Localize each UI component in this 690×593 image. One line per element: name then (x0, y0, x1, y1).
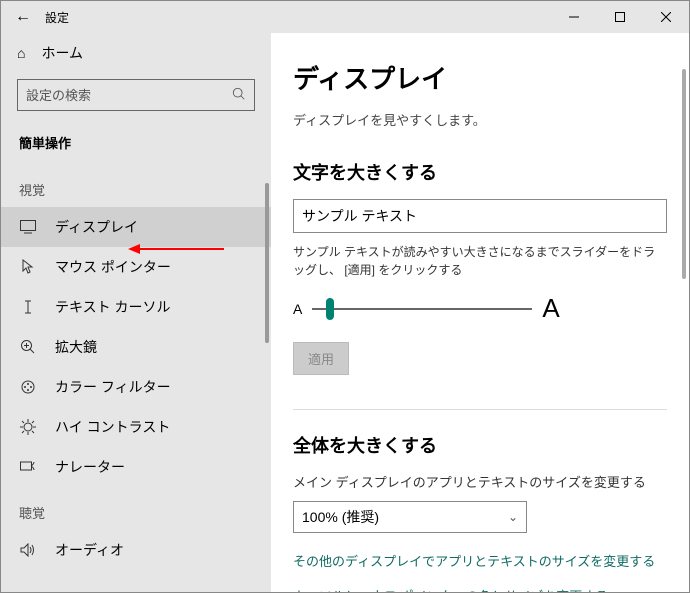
content-scrollbar[interactable] (682, 69, 686, 279)
slider-large-a: A (542, 293, 559, 324)
instruction-text: サンプル テキストが読みやすい大きさになるまでスライダーをドラッグし、 [適用]… (293, 243, 667, 279)
audio-icon (19, 543, 37, 557)
cursor-pointer-link[interactable]: カーソルとマウス ポインターの色とサイズを変更する (293, 586, 667, 592)
pointer-icon (19, 259, 37, 275)
minimize-icon (569, 12, 579, 22)
text-size-slider[interactable] (312, 298, 532, 320)
sidebar: ⌂ ホーム 簡単操作 視覚 ディスプレイ マウス ポインター (1, 33, 271, 592)
sample-text-box: サンプル テキスト (293, 199, 667, 233)
search-input[interactable] (26, 88, 226, 103)
home-button[interactable]: ⌂ ホーム (1, 33, 271, 73)
section-hearing: 聴覚 (1, 487, 271, 530)
apply-button[interactable]: 適用 (293, 342, 349, 375)
sidebar-item-label: テキスト カーソル (55, 297, 170, 317)
page-subtitle: ディスプレイを見やすくします。 (293, 110, 667, 129)
titlebar: ← 設定 (1, 1, 689, 33)
close-button[interactable] (643, 1, 689, 33)
scale-dropdown[interactable]: 100% (推奨) ⌄ (293, 501, 527, 533)
color-filter-icon (19, 379, 37, 395)
maximize-icon (615, 12, 625, 22)
text-size-title: 文字を大きくする (293, 159, 667, 185)
back-button[interactable]: ← (1, 1, 45, 33)
search-icon (232, 87, 246, 104)
display-icon (19, 220, 37, 234)
divider (293, 409, 667, 410)
text-size-slider-row: A A (293, 293, 667, 324)
home-icon: ⌂ (17, 45, 25, 61)
sidebar-item-label: 拡大鏡 (55, 337, 97, 357)
other-displays-link[interactable]: その他のディスプレイでアプリとテキストのサイズを変更する (293, 551, 667, 570)
scale-sublabel: メイン ディスプレイのアプリとテキストのサイズを変更する (293, 472, 667, 491)
window-controls (551, 1, 689, 33)
search-box[interactable] (17, 79, 255, 111)
slider-track (312, 308, 532, 310)
high-contrast-icon (19, 419, 37, 435)
sidebar-item-label: マウス ポインター (55, 257, 171, 277)
sidebar-item-narrator[interactable]: ナレーター (1, 447, 271, 487)
narrator-icon (19, 460, 37, 474)
text-cursor-icon (19, 299, 37, 315)
sidebar-item-high-contrast[interactable]: ハイ コントラスト (1, 407, 271, 447)
sidebar-item-color-filter[interactable]: カラー フィルター (1, 367, 271, 407)
slider-small-a: A (293, 301, 302, 317)
scale-title: 全体を大きくする (293, 432, 667, 458)
page-title: ディスプレイ (293, 59, 667, 96)
dropdown-value: 100% (推奨) (302, 507, 379, 527)
sidebar-item-mouse-pointer[interactable]: マウス ポインター (1, 247, 271, 287)
sidebar-item-label: カラー フィルター (55, 377, 171, 397)
back-arrow-icon: ← (15, 8, 31, 26)
magnifier-icon (19, 339, 37, 355)
sidebar-item-label: ディスプレイ (55, 217, 138, 237)
window-title: 設定 (45, 9, 69, 26)
sidebar-item-label: ハイ コントラスト (55, 417, 170, 437)
category-label: 簡単操作 (1, 123, 271, 164)
maximize-button[interactable] (597, 1, 643, 33)
sidebar-item-display[interactable]: ディスプレイ (1, 207, 271, 247)
sidebar-item-magnifier[interactable]: 拡大鏡 (1, 327, 271, 367)
sidebar-scrollbar[interactable] (265, 183, 269, 343)
sidebar-item-text-cursor[interactable]: テキスト カーソル (1, 287, 271, 327)
close-icon (661, 12, 671, 22)
slider-thumb[interactable] (326, 298, 334, 320)
sidebar-item-label: ナレーター (55, 457, 125, 477)
home-label: ホーム (41, 43, 83, 63)
minimize-button[interactable] (551, 1, 597, 33)
section-vision: 視覚 (1, 164, 271, 207)
chevron-down-icon: ⌄ (508, 510, 518, 524)
sidebar-item-label: オーディオ (55, 540, 124, 560)
sidebar-item-audio[interactable]: オーディオ (1, 530, 271, 570)
content-area: ディスプレイ ディスプレイを見やすくします。 文字を大きくする サンプル テキス… (271, 33, 689, 592)
